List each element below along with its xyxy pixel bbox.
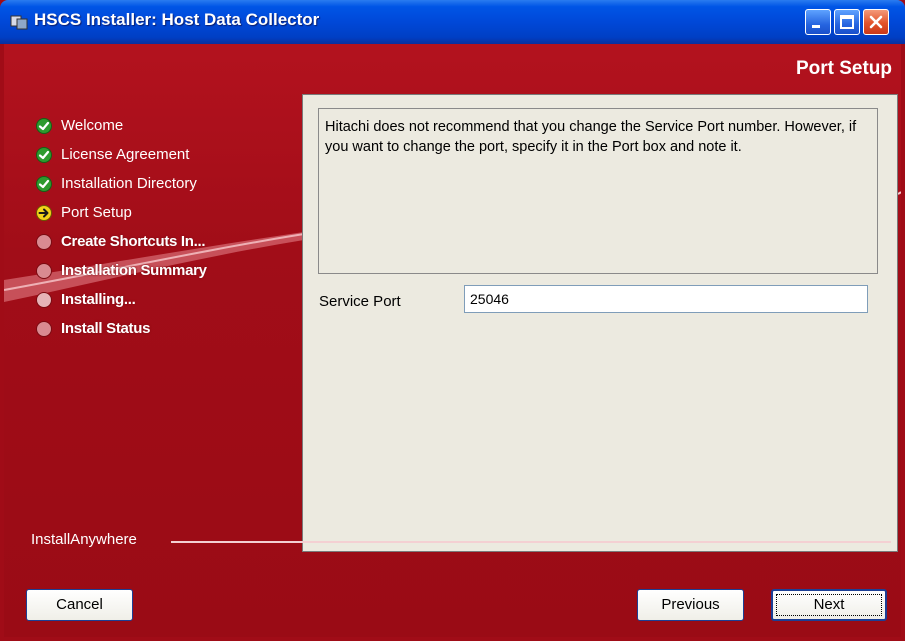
service-port-label: Service Port (319, 293, 401, 310)
focus-ring (776, 594, 882, 616)
installer-window: HSCS Installer: Host Data Collector Port… (0, 0, 905, 641)
minimize-icon (812, 25, 820, 28)
cancel-button[interactable]: Cancel (26, 589, 133, 621)
step-create-shortcuts: Create Shortcuts In... (36, 227, 207, 256)
circle-icon (36, 291, 52, 308)
step-label: Port Setup (61, 204, 132, 221)
step-welcome: Welcome (36, 111, 207, 140)
minimize-button[interactable] (805, 9, 831, 35)
service-port-input[interactable] (464, 285, 868, 313)
step-label: License Agreement (61, 146, 190, 163)
step-label: Installation Summary (61, 262, 207, 279)
check-icon (36, 146, 52, 163)
arrow-right-icon (36, 204, 52, 221)
step-label: Create Shortcuts In... (61, 233, 206, 250)
step-license-agreement: License Agreement (36, 140, 207, 169)
title-bar[interactable]: HSCS Installer: Host Data Collector (0, 0, 905, 44)
circle-icon (36, 320, 52, 337)
step-list: Welcome License Agreement Installation D… (36, 111, 207, 343)
check-icon (36, 175, 52, 192)
step-installation-summary: Installation Summary (36, 256, 207, 285)
page-title: Port Setup (795, 58, 892, 79)
step-installation-directory: Installation Directory (36, 169, 207, 198)
circle-icon (36, 262, 52, 279)
info-message: Hitachi does not recommend that you chan… (318, 108, 878, 274)
app-icon (10, 15, 28, 30)
check-icon (36, 117, 52, 134)
footer-divider (171, 541, 891, 543)
installer-content: Port Setup Welcome License Agreement Ins… (4, 44, 901, 637)
step-label: Welcome (61, 117, 124, 134)
close-button[interactable] (863, 9, 889, 35)
step-installing: Installing... (36, 285, 207, 314)
step-label: Installing... (61, 291, 136, 308)
step-install-status: Install Status (36, 314, 207, 343)
maximize-icon (840, 15, 854, 29)
step-label: Install Status (61, 320, 151, 337)
next-button[interactable]: Next (771, 589, 887, 621)
window-title: HSCS Installer: Host Data Collector (34, 10, 320, 29)
circle-icon (36, 233, 52, 250)
content-panel: Hitachi does not recommend that you chan… (302, 94, 898, 552)
close-icon (869, 15, 883, 29)
step-label: Installation Directory (61, 175, 197, 192)
step-port-setup: Port Setup (36, 198, 207, 227)
installanywhere-label: InstallAnywhere (31, 531, 137, 548)
maximize-button[interactable] (834, 9, 860, 35)
previous-button[interactable]: Previous (637, 589, 744, 621)
